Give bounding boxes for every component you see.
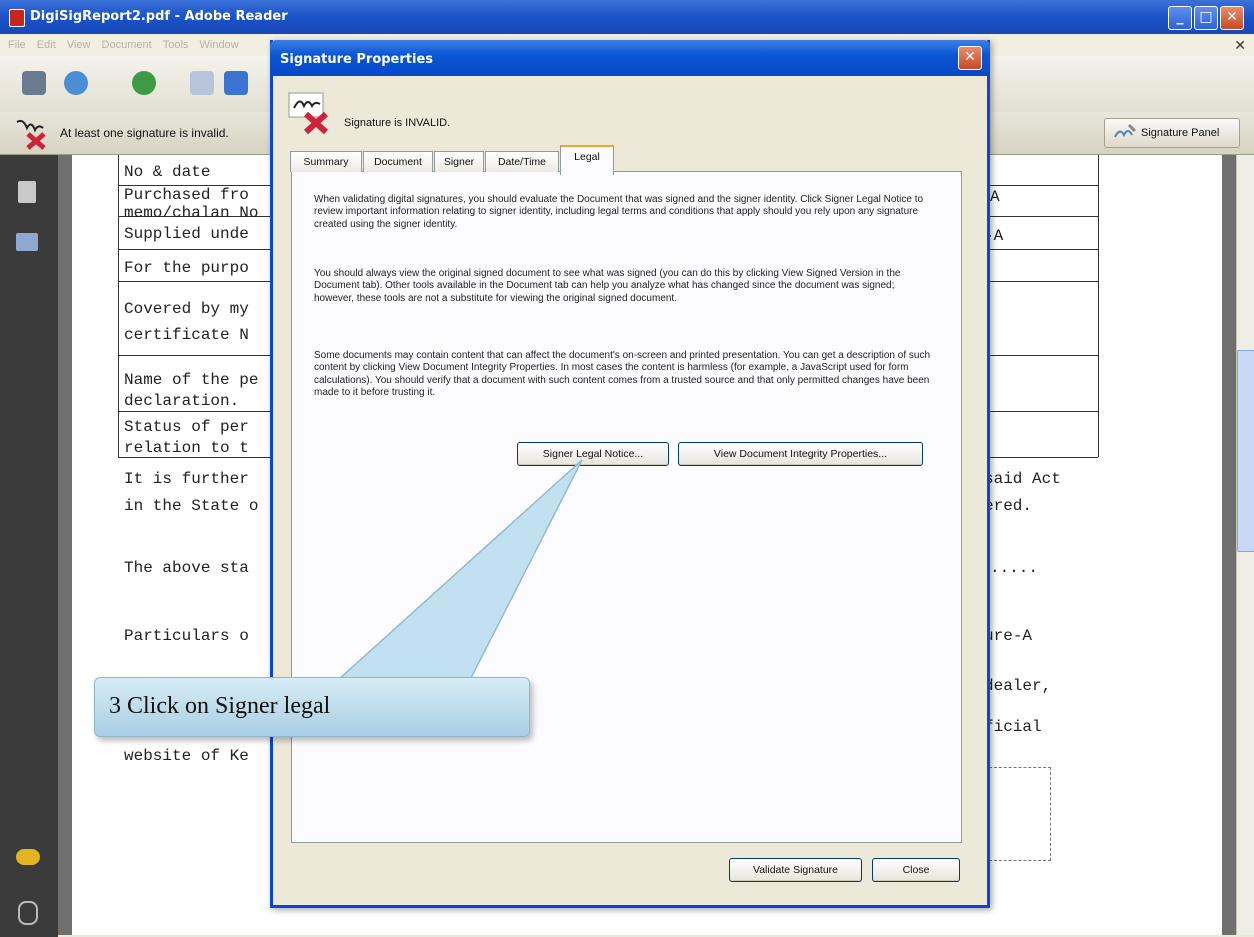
callout-text: 3 Click on Signer legal <box>109 693 331 719</box>
callout-pointer <box>336 459 583 681</box>
instruction-callout: 3 Click on Signer legal <box>94 677 530 737</box>
